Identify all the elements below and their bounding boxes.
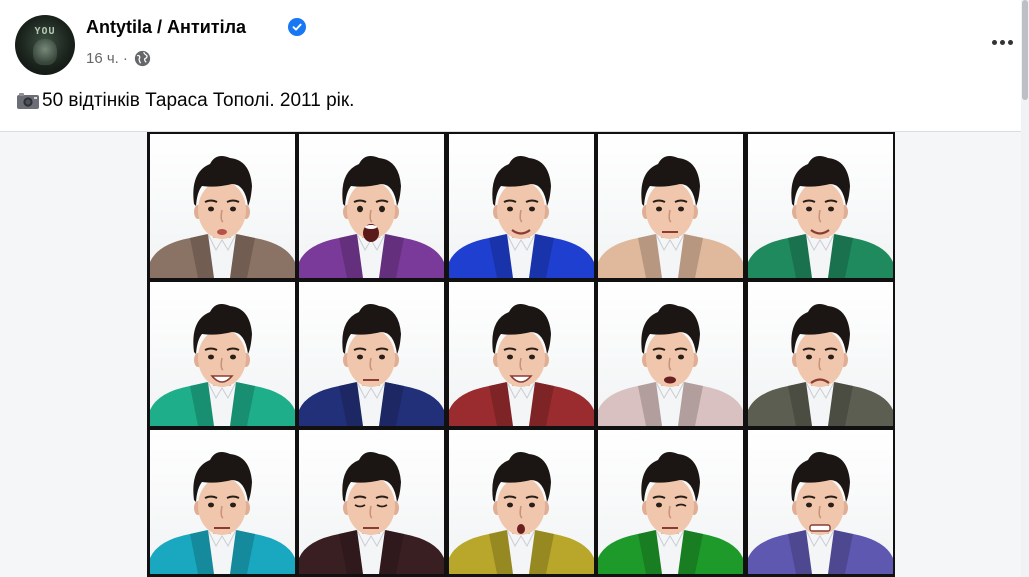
post-caption: 50 відтінків Тараса Тополі. 2011 рік.	[16, 90, 354, 112]
portrait-figure	[150, 156, 295, 278]
more-horizontal-icon	[991, 39, 997, 45]
portrait-cell	[449, 430, 594, 574]
portrait-cell	[748, 282, 893, 426]
page-name[interactable]: Antytila / Антитіла	[86, 17, 246, 38]
portrait-figure	[299, 304, 444, 426]
portrait-figure	[449, 452, 594, 574]
post-photo[interactable]	[147, 132, 895, 577]
portrait-figure	[299, 156, 444, 278]
scrollbar-thumb[interactable]	[1022, 0, 1028, 100]
post-header: YOU Antytila / Антитіла 16 ч. ·	[0, 0, 1029, 80]
camera-icon	[17, 93, 39, 109]
portrait-figure	[598, 304, 743, 426]
portrait-figure	[748, 304, 893, 426]
portrait-figure	[748, 156, 893, 278]
portrait-cell	[299, 134, 444, 278]
globe-icon[interactable]	[134, 50, 151, 67]
page-scrollbar[interactable]	[1021, 0, 1029, 577]
post-meta: 16 ч. ·	[86, 48, 151, 68]
caption-text: 50 відтінків Тараса Тополі. 2011 рік.	[42, 90, 355, 111]
avatar-text: YOU	[34, 26, 56, 37]
portrait-figure	[299, 452, 444, 574]
portrait-figure	[150, 304, 295, 426]
portrait-cell	[748, 134, 893, 278]
portrait-cell	[449, 134, 594, 278]
page-avatar[interactable]: YOU	[15, 15, 75, 75]
portrait-cell	[449, 282, 594, 426]
portrait-figure	[449, 304, 594, 426]
portrait-figure	[449, 156, 594, 278]
portrait-figure	[150, 452, 295, 574]
portrait-figure	[598, 156, 743, 278]
avatar-face	[33, 39, 57, 65]
portrait-figure	[748, 452, 893, 574]
portrait-cell	[299, 430, 444, 574]
more-options-button[interactable]	[984, 28, 1020, 56]
post-media	[0, 131, 1029, 577]
portrait-cell	[150, 134, 295, 278]
portrait-cell	[598, 282, 743, 426]
portrait-cell	[598, 134, 743, 278]
portrait-cell	[150, 430, 295, 574]
portrait-cell	[598, 430, 743, 574]
portrait-figure	[598, 452, 743, 574]
portrait-cell	[748, 430, 893, 574]
verified-badge-icon	[288, 18, 306, 36]
portrait-cell	[150, 282, 295, 426]
portrait-cell	[299, 282, 444, 426]
post-timestamp[interactable]: 16 ч.	[86, 50, 119, 67]
meta-separator: ·	[122, 49, 128, 67]
